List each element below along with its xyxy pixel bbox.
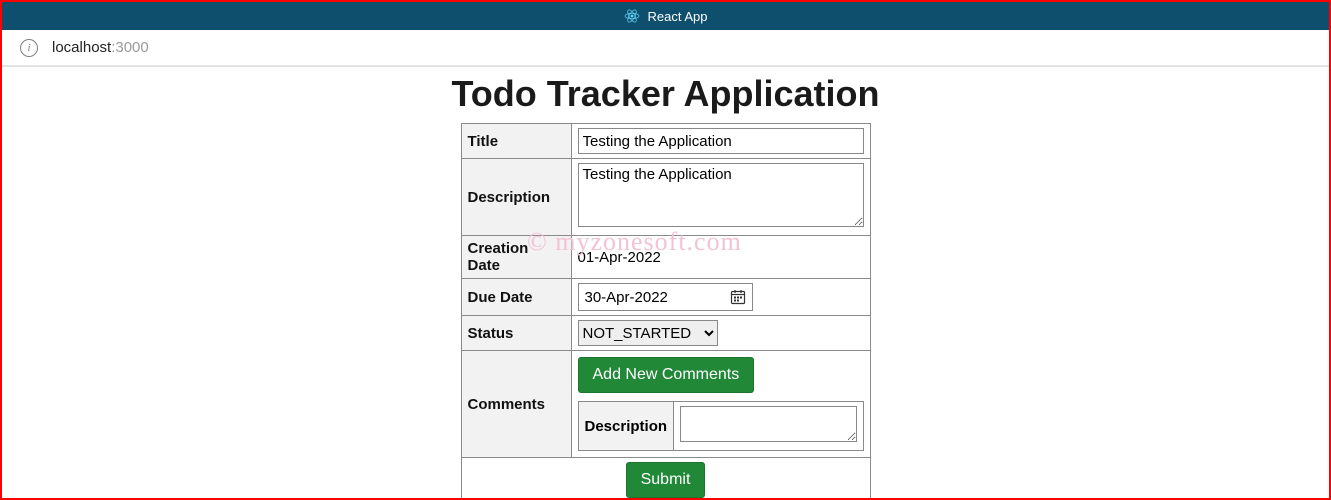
due-date-input[interactable]: 30-Apr-2022: [578, 283, 753, 311]
creation-date-value: 01-Apr-2022: [578, 247, 864, 268]
react-icon: [624, 8, 640, 24]
label-description: Description: [461, 159, 571, 236]
url-port: :3000: [111, 39, 149, 56]
info-icon[interactable]: i: [20, 39, 38, 57]
browser-titlebar: React App: [2, 2, 1329, 30]
url-text: localhost:3000: [52, 39, 149, 56]
page-title: Todo Tracker Application: [2, 73, 1329, 115]
label-title: Title: [461, 124, 571, 159]
title-input[interactable]: [578, 128, 864, 154]
todo-form: Title Description Testing the Applicatio…: [461, 123, 871, 498]
label-creation-date: Creation Date: [461, 236, 571, 279]
calendar-icon[interactable]: [730, 289, 746, 305]
submit-button[interactable]: Submit: [626, 462, 706, 498]
page-content: © myzonesoft.com Todo Tracker Applicatio…: [2, 66, 1329, 498]
label-comments: Comments: [461, 351, 571, 458]
status-select[interactable]: NOT_STARTED: [578, 320, 718, 346]
label-due-date: Due Date: [461, 279, 571, 316]
add-comments-button[interactable]: Add New Comments: [578, 357, 755, 393]
url-host: localhost: [52, 39, 111, 56]
label-status: Status: [461, 316, 571, 351]
due-date-value: 30-Apr-2022: [585, 289, 668, 306]
comment-description-textarea[interactable]: [680, 406, 856, 442]
address-bar[interactable]: i localhost:3000: [2, 30, 1329, 66]
browser-tab-title: React App: [648, 9, 708, 24]
description-textarea[interactable]: Testing the Application: [578, 163, 864, 227]
label-inner-description: Description: [578, 402, 674, 451]
